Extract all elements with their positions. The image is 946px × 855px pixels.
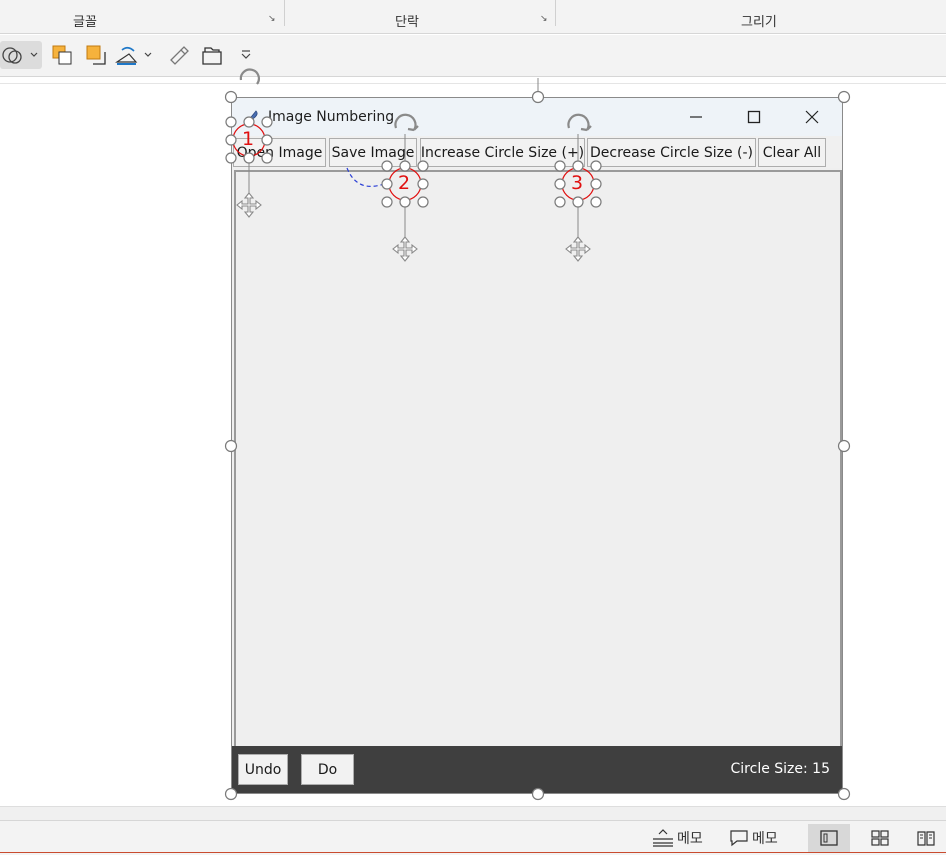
title-bar[interactable]: Image Numbering	[232, 98, 842, 136]
format-painter-icon	[170, 46, 189, 65]
format-painter-button[interactable]	[166, 41, 190, 69]
quick-styles-icon	[86, 45, 106, 65]
comments-label: 메모	[752, 831, 778, 847]
comments-button[interactable]: 메모	[729, 827, 778, 849]
shapes-button[interactable]	[0, 41, 42, 69]
slide-sorter-view-button[interactable]	[859, 824, 901, 852]
do-button[interactable]: Do	[301, 754, 354, 785]
close-icon	[805, 110, 819, 124]
font-dialog-launcher-icon[interactable]: ↘	[268, 14, 278, 24]
marker-1-number: 1	[242, 128, 255, 150]
minimize-icon	[690, 116, 702, 118]
reading-view-icon	[917, 831, 935, 846]
save-image-button[interactable]: Save Image	[329, 138, 417, 167]
paragraph-dialog-launcher-icon[interactable]: ↘	[540, 14, 550, 24]
notes-button[interactable]: 메모	[652, 827, 703, 849]
more-button[interactable]	[236, 41, 256, 69]
window-title: Image Numbering	[268, 109, 395, 125]
clear-all-button[interactable]: Clear All	[758, 138, 826, 167]
ribbon-group-paragraph-label: 단락	[395, 15, 419, 30]
horizontal-scrollbar[interactable]	[0, 806, 946, 820]
ribbon-divider	[284, 0, 285, 26]
minimize-button[interactable]	[673, 102, 719, 132]
ribbon-divider	[555, 0, 556, 26]
drawing-toolbar	[0, 35, 946, 77]
ribbon-group-bar: 글꼴 ↘ 단락 ↘ 그리기	[0, 0, 946, 34]
normal-view-button[interactable]	[808, 824, 850, 852]
image-numbering-window[interactable]: Image Numbering Open Image Save Image In…	[231, 97, 843, 794]
more-icon	[241, 50, 251, 59]
image-canvas[interactable]	[234, 170, 842, 746]
notes-icon	[653, 829, 673, 847]
normal-view-icon	[820, 830, 838, 846]
decrease-circle-size-button[interactable]: Decrease Circle Size (-)	[587, 138, 756, 167]
app-bottom-bar: Undo Do Circle Size: 15	[232, 746, 842, 793]
shapes-icon	[2, 47, 38, 64]
comment-icon	[730, 830, 748, 847]
maximize-icon	[747, 110, 761, 124]
marker-3-number: 3	[571, 172, 584, 194]
close-button[interactable]	[789, 102, 835, 132]
ribbon-group-font-label: 글꼴	[73, 15, 97, 30]
status-bar: 메모 메모	[0, 820, 946, 855]
app-feather-icon	[246, 110, 258, 123]
arrange-icon	[52, 45, 72, 65]
quick-styles-button[interactable]	[84, 41, 108, 69]
slide-top-edge	[0, 83, 946, 84]
slide-sorter-icon	[871, 830, 889, 846]
undo-button[interactable]: Undo	[238, 754, 288, 785]
ribbon-group-drawing-label: 그리기	[741, 15, 777, 30]
shape-fill-button[interactable]	[114, 41, 154, 69]
arrange-button[interactable]	[50, 41, 74, 69]
maximize-button[interactable]	[731, 102, 777, 132]
select-icon	[202, 47, 222, 65]
increase-circle-size-button[interactable]: Increase Circle Size (+)	[420, 138, 585, 167]
reading-view-button[interactable]	[906, 824, 946, 852]
notes-label: 메모	[677, 831, 703, 847]
circle-size-label: Circle Size: 15	[730, 761, 830, 777]
marker-2-number: 2	[398, 172, 411, 194]
shape-fill-icon	[115, 46, 152, 65]
select-button[interactable]	[200, 41, 224, 69]
app-toolbar: Open Image Save Image Increase Circle Si…	[232, 136, 842, 168]
